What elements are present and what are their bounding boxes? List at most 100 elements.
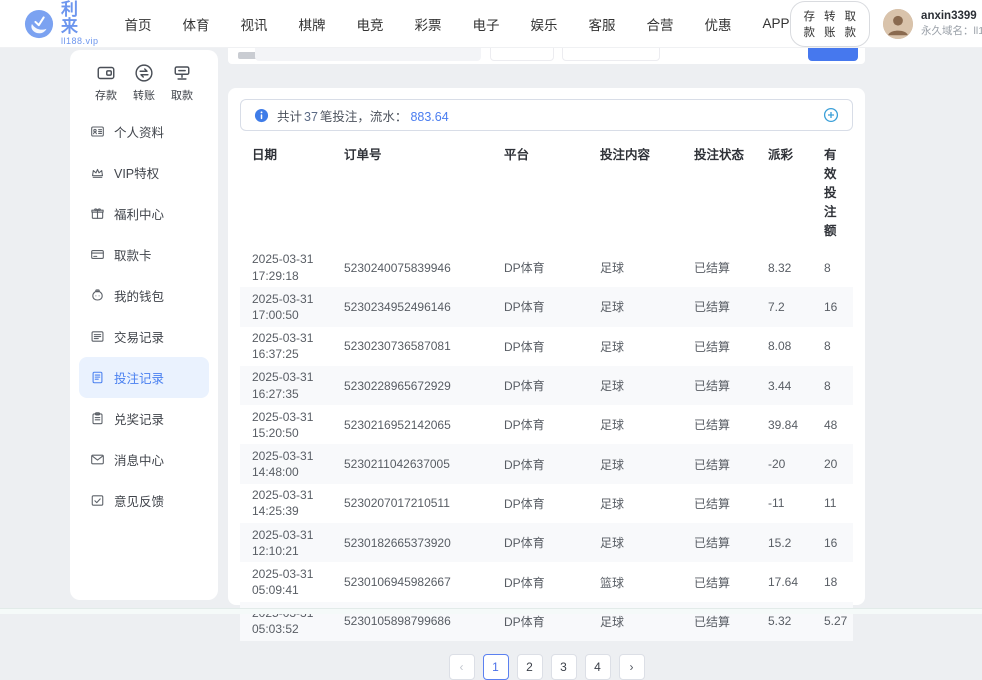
user-info[interactable]: anxin3399 总资产：1363.49元 永久域名：ll188.vip | … <box>883 9 982 39</box>
filter-toggle[interactable] <box>490 48 554 61</box>
cell-bet-content: 足球 <box>600 298 694 315</box>
table-body: 2025-03-3117:29:18 5230240075839946 DP体育… <box>240 248 853 641</box>
permanent-domain: 永久域名：ll188.vip | ll188.... <box>921 24 982 38</box>
wallet-icon <box>90 288 105 303</box>
summary-bar: 共计37笔投注，流水：883.64 <box>240 99 853 131</box>
cell-valid-amount: 8 <box>824 379 841 393</box>
cell-valid-amount: 5.27 <box>824 614 847 628</box>
cell-payout: -20 <box>768 457 824 471</box>
cell-valid-amount: 20 <box>824 457 841 471</box>
logo-domain: ll188.vip <box>61 37 99 46</box>
cell-order-number: 5230216952142065 <box>344 418 504 432</box>
feedback-icon <box>90 493 105 508</box>
cell-platform: DP体育 <box>504 613 600 630</box>
sidebar-item[interactable]: VIP特权 <box>79 152 209 193</box>
cell-bet-status: 已结算 <box>694 574 768 591</box>
sidebar-item[interactable]: 投注记录 <box>79 357 209 398</box>
transaction-list-icon <box>90 329 105 344</box>
cell-bet-status: 已结算 <box>694 416 768 433</box>
expand-icon[interactable] <box>823 107 839 123</box>
cell-order-number: 5230230736587081 <box>344 339 504 353</box>
crown-icon <box>90 165 105 180</box>
cell-date: 2025-03-3112:10:21 <box>252 527 344 559</box>
nav-item[interactable]: 客服 <box>589 14 616 34</box>
cell-payout: 8.08 <box>768 339 824 353</box>
wallet-action-button[interactable]: 转账 <box>824 8 836 40</box>
sidebar-item[interactable]: 意见反馈 <box>79 480 209 521</box>
site-logo[interactable]: 利来 ll188.vip <box>24 1 99 46</box>
sidebar-item[interactable]: 取款卡 <box>79 234 209 275</box>
sidebar-item[interactable]: 个人资料 <box>79 111 209 152</box>
page-button[interactable]: 1 <box>483 654 509 680</box>
account-sidebar: 存款 转账 取款 个人资料 VIP特权 <box>70 50 218 600</box>
pagination: ‹ 1 2 3 4 › <box>240 654 853 680</box>
sidebar-item[interactable]: 福利中心 <box>79 193 209 234</box>
date-range-input[interactable] <box>255 48 481 61</box>
wallet-action-button[interactable]: 存款 <box>804 8 816 40</box>
cell-bet-content: 足球 <box>600 613 694 630</box>
cell-platform: DP体育 <box>504 338 600 355</box>
cell-bet-status: 已结算 <box>694 534 768 551</box>
cell-bet-content: 足球 <box>600 416 694 433</box>
cell-valid-amount: 8 <box>824 339 841 353</box>
cell-platform: DP体育 <box>504 416 600 433</box>
sidebar-item[interactable]: 兑奖记录 <box>79 398 209 439</box>
prev-page-button[interactable]: ‹ <box>449 654 475 680</box>
sidebar-item[interactable]: 我的钱包 <box>79 275 209 316</box>
table-row: 2025-03-3105:09:41 5230106945982667 DP体育… <box>240 562 853 601</box>
search-button[interactable] <box>808 48 858 61</box>
nav-item[interactable]: 合营 <box>647 14 674 34</box>
page-button[interactable]: 2 <box>517 654 543 680</box>
info-icon <box>254 108 269 123</box>
table-row: 2025-03-3115:20:50 5230216952142065 DP体育… <box>240 405 853 444</box>
nav-item[interactable]: 棋牌 <box>299 14 326 34</box>
cell-payout: 15.2 <box>768 536 824 550</box>
nav-item[interactable]: 首页 <box>125 14 152 34</box>
quick-action[interactable]: 存款 <box>88 63 124 103</box>
prize-record-icon <box>90 411 105 426</box>
cell-date: 2025-03-3116:27:35 <box>252 369 344 401</box>
cell-valid-amount: 16 <box>824 536 841 550</box>
table-row: 2025-03-3117:29:18 5230240075839946 DP体育… <box>240 248 853 287</box>
sidebar-menu: 个人资料 VIP特权 福利中心 取款卡 我的钱包 <box>79 111 209 521</box>
nav-item[interactable]: 电竞 <box>357 14 384 34</box>
page-button[interactable]: 4 <box>585 654 611 680</box>
quick-action[interactable]: 转账 <box>126 63 162 103</box>
message-icon <box>90 452 105 467</box>
cell-bet-content: 足球 <box>600 495 694 512</box>
nav-item[interactable]: 优惠 <box>705 14 732 34</box>
sidebar-item[interactable]: 交易记录 <box>79 316 209 357</box>
nav-item[interactable]: APP <box>763 16 790 31</box>
cell-bet-content: 足球 <box>600 259 694 276</box>
wallet-actions: 存款 转账 取款 <box>790 1 871 47</box>
cell-payout: 17.64 <box>768 575 824 589</box>
cell-order-number: 5230228965672929 <box>344 379 504 393</box>
cell-platform: DP体育 <box>504 298 600 315</box>
nav-item[interactable]: 视讯 <box>241 14 268 34</box>
cell-order-number: 5230207017210511 <box>344 496 504 510</box>
nav-item[interactable]: 彩票 <box>415 14 442 34</box>
top-header: 利来 ll188.vip 首页 体育 视讯 棋牌 电竞 彩票 电子 娱乐 客服 … <box>0 0 982 48</box>
wallet-action-button[interactable]: 取款 <box>845 8 857 40</box>
logo-title: 利来 <box>61 1 99 35</box>
bet-record-icon <box>90 370 105 385</box>
nav-item[interactable]: 娱乐 <box>531 14 558 34</box>
next-page-button[interactable]: › <box>619 654 645 680</box>
cell-platform: DP体育 <box>504 495 600 512</box>
nav-item[interactable]: 体育 <box>183 14 210 34</box>
cell-bet-content: 篮球 <box>600 574 694 591</box>
nav-item[interactable]: 电子 <box>473 14 500 34</box>
username: anxin3399 <box>921 9 977 25</box>
cell-bet-status: 已结算 <box>694 495 768 512</box>
column-header: 有效投注额 <box>824 144 841 239</box>
cell-platform: DP体育 <box>504 534 600 551</box>
gift-icon <box>90 206 105 221</box>
page-button[interactable]: 3 <box>551 654 577 680</box>
cell-order-number: 5230234952496146 <box>344 300 504 314</box>
quick-action[interactable]: 取款 <box>164 63 200 103</box>
sidebar-item[interactable]: 消息中心 <box>79 439 209 480</box>
table-row: 2025-03-3114:25:39 5230207017210511 DP体育… <box>240 484 853 523</box>
filter-toggle[interactable] <box>562 48 660 61</box>
table-row: 2025-03-3112:10:21 5230182665373920 DP体育… <box>240 523 853 562</box>
footer-edge <box>0 608 982 614</box>
